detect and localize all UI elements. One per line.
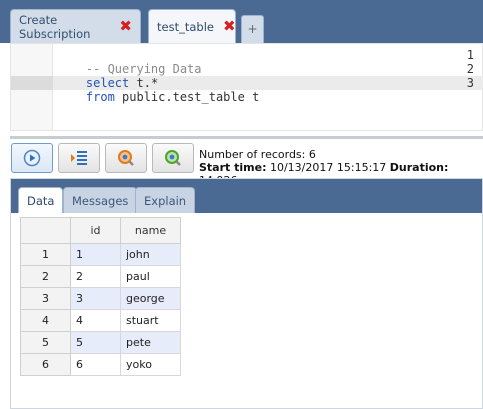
tab-messages[interactable]: Messages (63, 187, 138, 213)
cell-name[interactable]: stuart (120, 309, 181, 332)
editor-resize-handle[interactable] (10, 136, 483, 139)
cell-name[interactable]: yoko (120, 353, 181, 376)
tab-explain[interactable]: Explain (135, 187, 196, 213)
results-grid: id name 1 1 john 2 2 paul 3 3 george 4 4… (20, 217, 181, 376)
results-tab-bar: Data Messages Explain (11, 179, 482, 213)
start-time-value: 10/13/2017 15:15:17 (269, 161, 387, 174)
table-row[interactable]: 2 2 paul (20, 265, 181, 288)
row-number: 3 (20, 287, 71, 310)
magnifier-orange-icon (118, 150, 134, 166)
code-line-2: select t.* (57, 62, 158, 90)
tab-label: test_table (157, 19, 214, 34)
row-number: 2 (20, 265, 71, 288)
tab-data[interactable]: Data (18, 187, 64, 213)
row-number-header (20, 217, 71, 244)
cell-id[interactable]: 1 (70, 243, 121, 266)
cell-id[interactable]: 5 (70, 331, 121, 354)
sql-editor[interactable]: 1 2 3 -- Querying Data select t.* from p… (10, 43, 483, 131)
explain-plan-button[interactable] (58, 143, 100, 173)
play-circle-icon (23, 149, 41, 167)
table-row[interactable]: 4 4 stuart (20, 309, 181, 332)
line-number: 1 (466, 48, 474, 62)
duration-label: Duration: (389, 161, 449, 174)
cell-id[interactable]: 2 (70, 265, 121, 288)
start-time-label: Start time: (199, 161, 267, 174)
row-number: 4 (20, 309, 71, 332)
table-row[interactable]: 3 3 george (20, 287, 181, 310)
sql-text: public.test_table t (114, 90, 260, 104)
row-number: 1 (20, 243, 71, 266)
code-line-3: from public.test_table t (57, 76, 259, 104)
current-line-gutter-highlight (11, 76, 53, 90)
cell-name[interactable]: pete (120, 331, 181, 354)
line-number: 3 (466, 76, 474, 90)
cell-name[interactable]: george (120, 287, 181, 310)
code-line-1: -- Querying Data (57, 48, 202, 76)
table-row[interactable]: 5 5 pete (20, 331, 181, 354)
magnifier-green-icon (165, 150, 181, 166)
cell-name[interactable]: john (120, 243, 181, 266)
close-tab-icon[interactable]: ✖ (223, 19, 236, 34)
query-tab-bar: Create Subscription ✖ test_table ✖ + (0, 0, 483, 43)
cell-id[interactable]: 6 (70, 353, 121, 376)
row-number: 6 (20, 353, 71, 376)
tab-label: Create Subscription (19, 12, 91, 41)
row-number: 5 (20, 331, 71, 354)
cell-id[interactable]: 3 (70, 287, 121, 310)
line-number: 2 (466, 62, 474, 76)
grid-header-row: id name (20, 217, 181, 244)
tab-test-table[interactable]: test_table ✖ (148, 9, 236, 43)
sql-keyword: from (85, 90, 115, 104)
list-indent-icon (71, 151, 87, 165)
add-tab-button[interactable]: + (241, 15, 264, 43)
cell-name[interactable]: paul (120, 265, 181, 288)
table-row[interactable]: 6 6 yoko (20, 353, 181, 376)
zoom-button-green[interactable] (152, 143, 194, 173)
table-row[interactable]: 1 1 john (20, 243, 181, 266)
tab-create-subscription[interactable]: Create Subscription ✖ (10, 9, 141, 43)
zoom-button-orange[interactable] (105, 143, 147, 173)
column-header-id[interactable]: id (70, 217, 121, 244)
column-header-name[interactable]: name (120, 217, 181, 244)
run-query-button[interactable] (11, 143, 53, 173)
cell-id[interactable]: 4 (70, 309, 121, 332)
close-tab-icon[interactable]: ✖ (119, 19, 132, 34)
record-count: Number of records: 6 (199, 148, 316, 161)
results-panel: Data Messages Explain id name 1 1 john 2… (10, 178, 483, 409)
